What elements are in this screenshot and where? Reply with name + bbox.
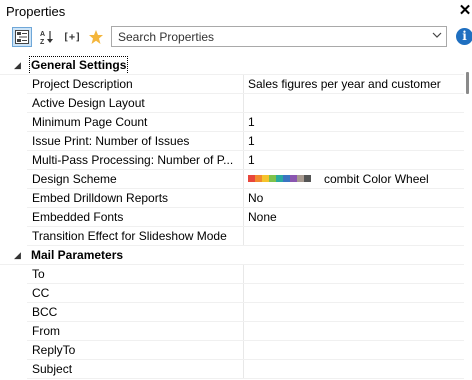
color-scheme-swatches: [248, 175, 311, 182]
category-label: General Settings: [29, 56, 129, 75]
property-row[interactable]: Active Design Layout: [0, 94, 464, 113]
toolbar: A Z [+] i: [0, 23, 472, 51]
property-label: Embedded Fonts: [32, 210, 124, 224]
property-label: CC: [32, 286, 50, 300]
property-row[interactable]: CC: [0, 284, 464, 303]
property-label: From: [32, 324, 60, 338]
property-row[interactable]: Project Description Sales figures per ye…: [0, 75, 464, 94]
property-label: Active Design Layout: [32, 96, 145, 110]
property-value[interactable]: Sales figures per year and customer: [248, 75, 441, 94]
categorized-view-icon: [15, 30, 29, 44]
property-label: Design Scheme: [32, 172, 117, 186]
property-label: Transition Effect for Slideshow Mode: [32, 229, 227, 243]
property-row[interactable]: Embed Drilldown Reports No: [0, 189, 464, 208]
search-input[interactable]: [118, 28, 418, 45]
categorized-view-button[interactable]: [12, 27, 32, 47]
property-label: Minimum Page Count: [32, 115, 148, 129]
property-label: BCC: [32, 305, 58, 319]
property-row[interactable]: Minimum Page Count 1: [0, 113, 464, 132]
svg-text:Z: Z: [40, 39, 45, 45]
property-row[interactable]: ReplyTo: [0, 341, 464, 360]
property-row[interactable]: Transition Effect for Slideshow Mode: [0, 227, 464, 246]
window-title: Properties: [6, 4, 66, 19]
property-value[interactable]: 1: [248, 113, 255, 132]
property-row-design-scheme[interactable]: Design Scheme combit Color Wheel: [0, 170, 464, 189]
favorites-star-icon: [89, 30, 103, 44]
color-swatch: [262, 175, 269, 182]
sort-alphabetical-icon: A Z: [40, 31, 53, 45]
property-row[interactable]: From: [0, 322, 464, 341]
color-swatch: [290, 175, 297, 182]
favorites-button[interactable]: [86, 27, 106, 47]
color-swatch: [248, 175, 255, 182]
property-value[interactable]: None: [248, 208, 277, 227]
property-row[interactable]: To: [0, 265, 464, 284]
property-row[interactable]: Subject: [0, 360, 464, 379]
title-bar: Properties ✕: [0, 0, 472, 23]
property-label: Multi-Pass Processing: Number of P...: [32, 153, 234, 167]
collapse-triangle-icon[interactable]: ◢: [14, 248, 21, 262]
category-mail-parameters[interactable]: ◢ Mail Parameters: [0, 246, 464, 265]
property-row[interactable]: Issue Print: Number of Issues 1: [0, 132, 464, 151]
property-row[interactable]: Multi-Pass Processing: Number of P... 1: [0, 151, 464, 170]
scrollbar-thumb[interactable]: [466, 72, 469, 94]
expression-icon: [+]: [62, 31, 82, 43]
color-swatch: [269, 175, 276, 182]
color-swatch: [283, 175, 290, 182]
property-label: Project Description: [32, 77, 133, 91]
sort-alphabetical-button[interactable]: A Z: [37, 27, 57, 47]
vertical-scrollbar[interactable]: [464, 54, 472, 380]
search-box[interactable]: [111, 26, 447, 47]
property-value[interactable]: 1: [248, 132, 255, 151]
property-value[interactable]: No: [248, 189, 263, 208]
info-icon[interactable]: i: [456, 28, 472, 45]
property-label: To: [32, 267, 45, 281]
category-general-settings[interactable]: ◢ General Settings: [0, 56, 464, 75]
property-grid: ◢ General Settings Project Description S…: [0, 54, 464, 380]
color-swatch: [276, 175, 283, 182]
category-label: Mail Parameters: [31, 248, 124, 262]
property-label: Embed Drilldown Reports: [32, 191, 169, 205]
property-value[interactable]: combit Color Wheel: [324, 170, 429, 189]
svg-text:A: A: [40, 31, 45, 38]
color-swatch: [255, 175, 262, 182]
color-swatch: [304, 175, 311, 182]
color-swatch: [297, 175, 304, 182]
property-row[interactable]: Embedded Fonts None: [0, 208, 464, 227]
close-icon[interactable]: ✕: [458, 2, 472, 20]
property-label: Subject: [32, 362, 73, 376]
chevron-down-icon[interactable]: [432, 30, 442, 43]
property-label: ReplyTo: [32, 343, 76, 357]
collapse-triangle-icon[interactable]: ◢: [14, 58, 21, 72]
expression-button[interactable]: [+]: [60, 27, 84, 47]
property-row[interactable]: BCC: [0, 303, 464, 322]
property-label: Issue Print: Number of Issues: [32, 134, 190, 148]
property-value[interactable]: 1: [248, 151, 255, 170]
